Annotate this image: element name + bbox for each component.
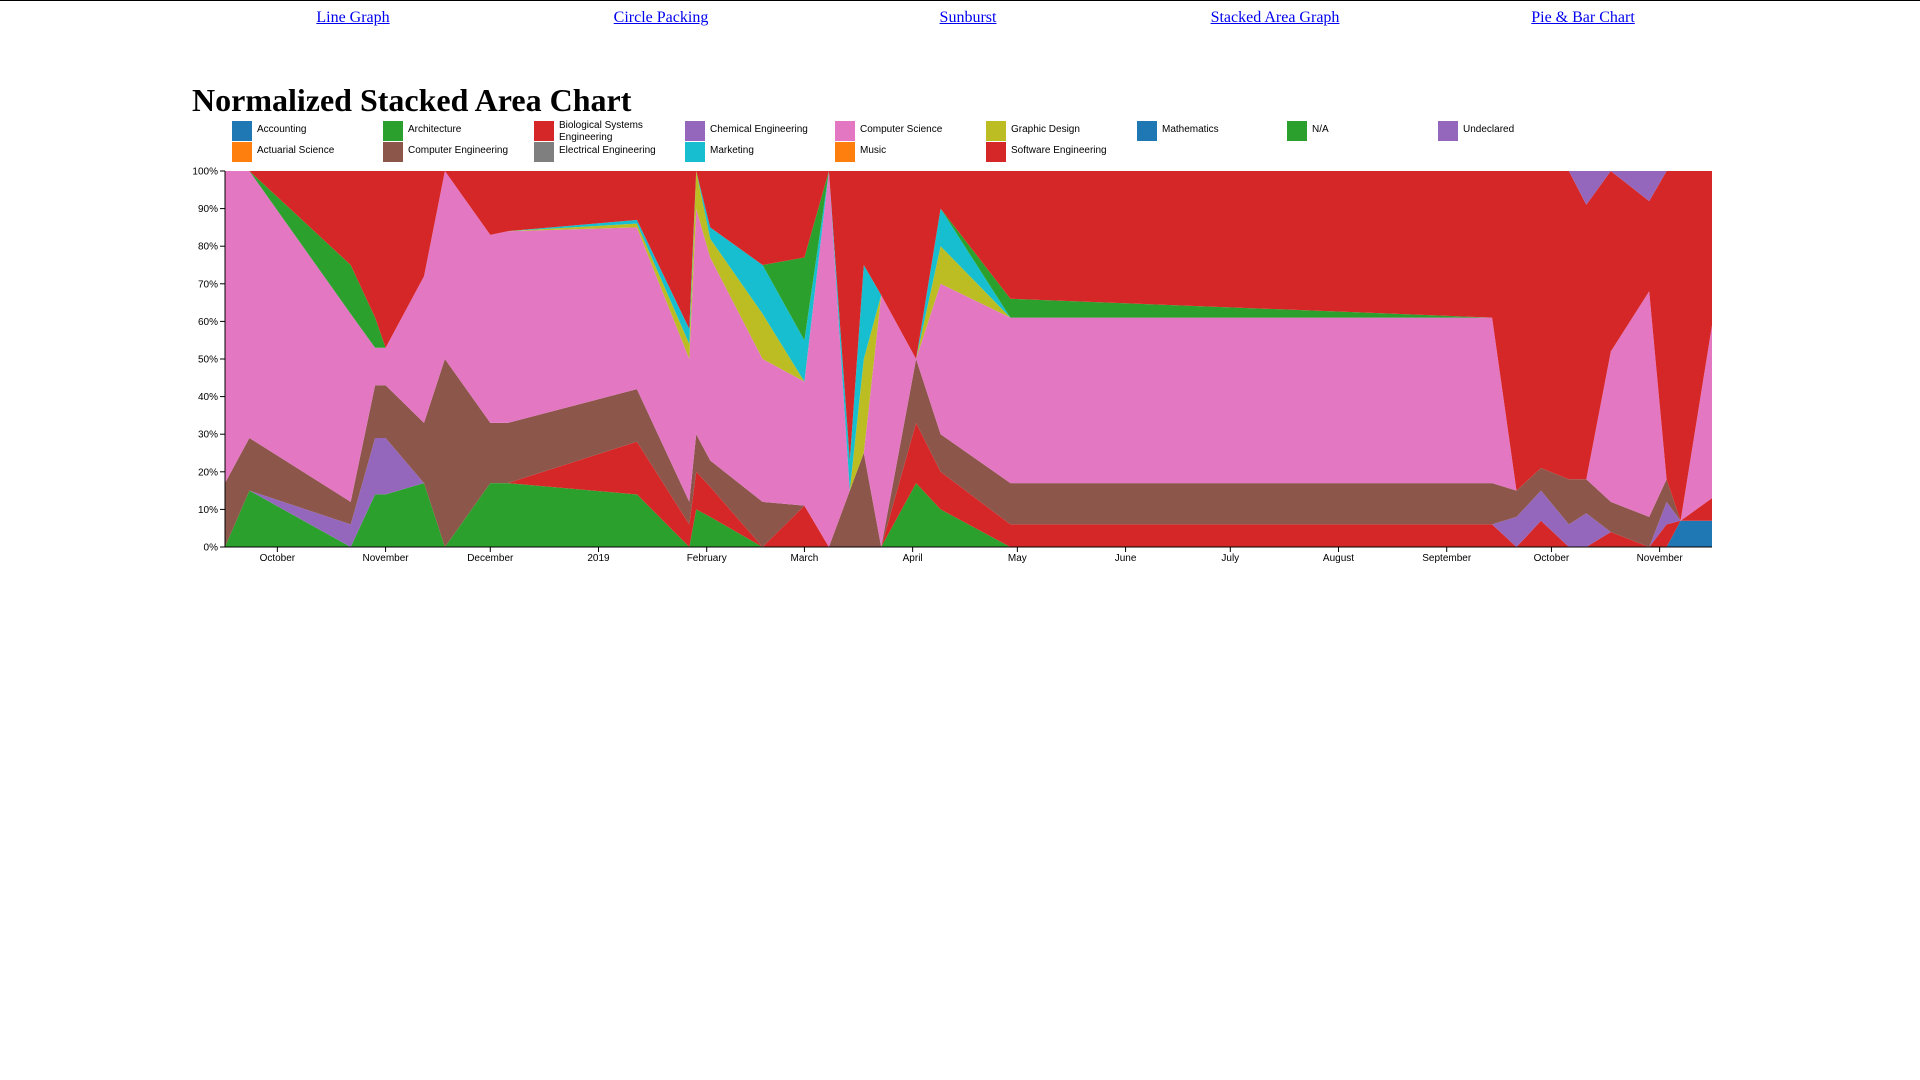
y-tick-label: 20%: [198, 467, 218, 478]
x-tick-label: February: [687, 553, 727, 564]
y-tick-label: 60%: [198, 317, 218, 328]
x-tick-label: May: [1008, 553, 1027, 564]
y-tick-label: 50%: [198, 355, 218, 366]
x-tick-label: November: [1637, 553, 1684, 564]
x-tick-label: October: [260, 553, 296, 564]
y-tick-label: 90%: [198, 204, 218, 215]
x-tick-label: April: [903, 553, 923, 564]
y-tick-label: 10%: [198, 505, 218, 516]
x-tick-label: September: [1422, 553, 1472, 564]
x-tick-label: October: [1534, 553, 1570, 564]
x-tick-label: March: [791, 553, 819, 564]
y-tick-label: 30%: [198, 430, 218, 441]
x-tick-label: November: [362, 553, 409, 564]
stacked-area-chart: 0% 10% 20% 30% 40% 50% 60% 70% 80% 90% 100% October…: [192, 167, 1712, 564]
y-tick-label: 100%: [192, 167, 218, 178]
y-tick-label: 0%: [204, 543, 219, 554]
x-tick-label: December: [467, 553, 514, 564]
x-tick-label: 2019: [587, 553, 610, 564]
x-tick-label: June: [1115, 553, 1137, 564]
y-tick-label: 70%: [198, 279, 218, 290]
y-tick-label: 40%: [198, 392, 218, 403]
x-tick-label: July: [1221, 553, 1239, 564]
y-tick-label: 80%: [198, 242, 218, 253]
x-tick-label: August: [1323, 553, 1354, 564]
